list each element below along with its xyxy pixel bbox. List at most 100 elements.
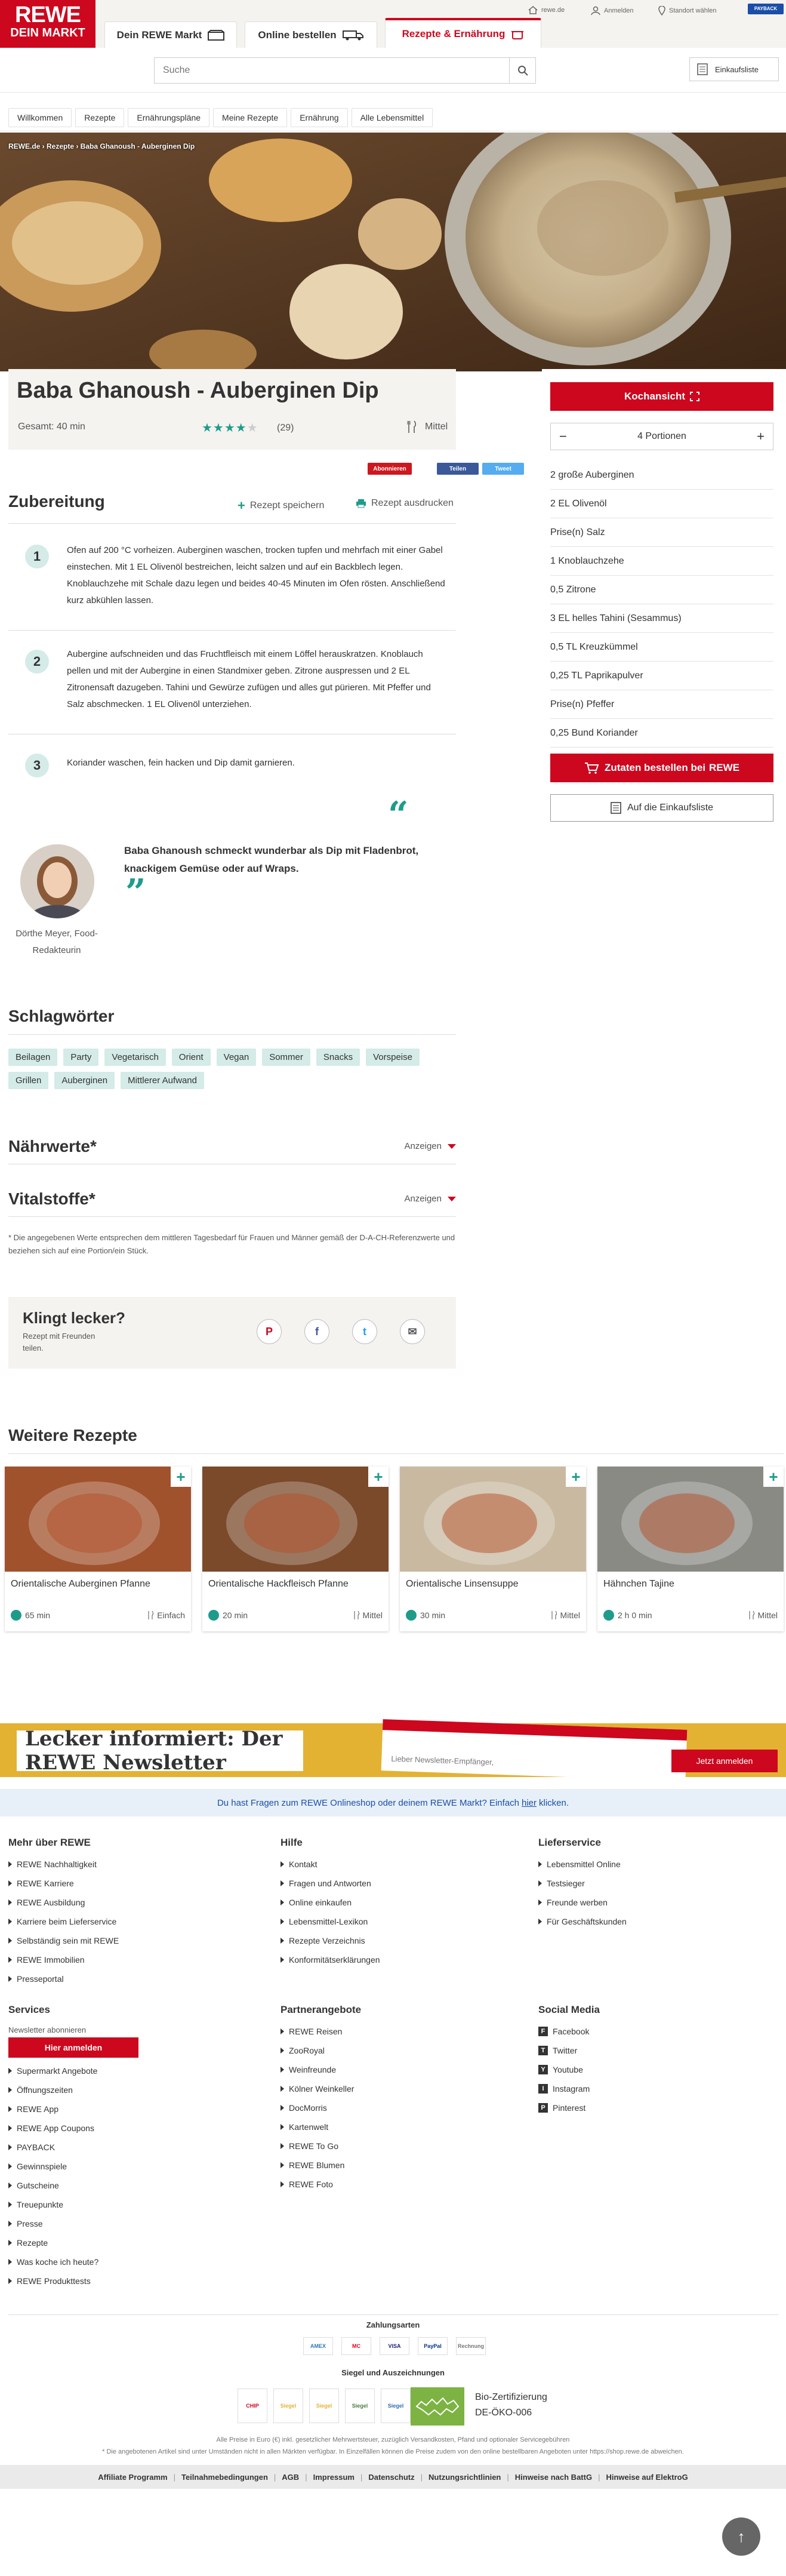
recipe-card[interactable]: + Orientalische Hackfleisch Pfanne 20 min M… (202, 1467, 389, 1631)
nav-alle-lebensmittel[interactable]: Alle Lebensmittel (351, 107, 433, 127)
search-box[interactable] (154, 57, 536, 84)
footer-link[interactable]: PAYBACK (8, 2138, 98, 2157)
footer-link[interactable]: Öffnungszeiten (8, 2080, 98, 2099)
tag-vorspeise[interactable]: Vorspeise (366, 1049, 420, 1066)
tab-online-bestellen[interactable]: Online bestellen (245, 21, 377, 48)
footer-link[interactable]: Kölner Weinkeller (281, 2079, 354, 2098)
footer-link[interactable]: ZooRoyal (281, 2041, 354, 2060)
rewe-logo[interactable]: REWE DEIN MARKT (0, 0, 95, 48)
print-recipe-button[interactable]: Rezept ausdrucken (356, 498, 454, 509)
pinterest-share-button[interactable]: P (257, 1319, 282, 1344)
tag-vegetarisch[interactable]: Vegetarisch (104, 1049, 166, 1066)
search-button[interactable] (509, 58, 535, 83)
footer-link[interactable]: REWE App (8, 2099, 98, 2119)
tag-party[interactable]: Party (63, 1049, 99, 1066)
footer-link[interactable]: REWE Foto (281, 2175, 354, 2194)
recipe-card[interactable]: + Hähnchen Tajine 2 h 0 min Mittel (597, 1467, 784, 1631)
tag-vegan[interactable]: Vegan (216, 1049, 257, 1066)
nutrition-toggle[interactable]: Anzeigen (404, 1141, 456, 1151)
footer-link[interactable]: Lebensmittel Online (538, 1855, 627, 1874)
footer-link[interactable]: REWE App Coupons (8, 2119, 98, 2138)
tag-auberginen[interactable]: Auberginen (54, 1072, 115, 1089)
shopping-list-button[interactable]: Einkaufsliste (689, 57, 779, 81)
bottom-link[interactable]: Datenschutz (368, 2473, 414, 2482)
footer-link[interactable]: Weinfreunde (281, 2060, 354, 2079)
facebook-share-button[interactable]: Teilen (437, 463, 479, 475)
footer-link[interactable]: Rezepte Verzeichnis (281, 1931, 380, 1950)
footer-link[interactable]: I Instagram (538, 2079, 590, 2098)
tag-snacks[interactable]: Snacks (316, 1049, 360, 1066)
youtube-subscribe-button[interactable]: Abonnieren (368, 463, 412, 475)
bottom-link[interactable]: Hinweise auf ElektroG (606, 2473, 688, 2482)
footer-link[interactable]: Gutscheine (8, 2176, 98, 2195)
footer-link[interactable]: Freunde werben (538, 1893, 627, 1912)
footer-link[interactable]: REWE Immobilien (8, 1950, 119, 1969)
footer-link[interactable]: Kartenwelt (281, 2117, 354, 2137)
footer-link[interactable]: Treuepunkte (8, 2195, 98, 2214)
breadcrumb[interactable]: REWE.de › Rezepte › Baba Ghanoush - Aube… (8, 142, 195, 150)
footer-link[interactable]: Gewinnspiele (8, 2157, 98, 2176)
footer-link[interactable]: REWE Ausbildung (8, 1893, 119, 1912)
footer-link[interactable]: Online einkaufen (281, 1893, 380, 1912)
tag-orient[interactable]: Orient (171, 1049, 211, 1066)
order-ingredients-button[interactable]: Zutaten bestellen bei REWE (550, 754, 773, 782)
tag-mittlerer-aufwand[interactable]: Mittlerer Aufwand (121, 1072, 204, 1089)
footer-link[interactable]: Kontakt (281, 1855, 380, 1874)
nav-meine-rezepte[interactable]: Meine Rezepte (213, 107, 288, 127)
add-recipe-button[interactable]: + (763, 1467, 784, 1487)
vitals-accordion[interactable]: Vitalstoffe* Anzeigen (8, 1181, 456, 1217)
help-link[interactable]: hier (522, 1798, 537, 1808)
store-select-link[interactable]: Standort wählen (658, 6, 717, 16)
recipe-card[interactable]: + Orientalische Linsensuppe 30 min Mittel (400, 1467, 586, 1631)
footer-link[interactable]: P Pinterest (538, 2098, 590, 2117)
nav-rezepte[interactable]: Rezepte (75, 107, 125, 127)
tweet-button[interactable]: Tweet (482, 463, 524, 475)
save-recipe-button[interactable]: + Rezept speichern (238, 498, 324, 514)
footer-link[interactable]: Rezepte (8, 2233, 98, 2252)
add-recipe-button[interactable]: + (368, 1467, 389, 1487)
tab-dein-rewe-markt[interactable]: Dein REWE Markt (104, 21, 237, 48)
vitals-toggle[interactable]: Anzeigen (404, 1194, 456, 1204)
rating-stars[interactable]: ★★★★★ (202, 420, 258, 435)
bottom-link[interactable]: Hinweise nach BattG (515, 2473, 592, 2482)
nav-ernaehrung[interactable]: Ernährung (291, 107, 348, 127)
twitter-share-button[interactable]: t (352, 1319, 377, 1344)
facebook-share-button[interactable]: f (304, 1319, 329, 1344)
cook-view-button[interactable]: Kochansicht (550, 382, 773, 411)
tab-rezepte-ernaehrung[interactable]: Rezepte & Ernährung (385, 18, 541, 48)
footer-link[interactable]: REWE Karriere (8, 1874, 119, 1893)
login-link[interactable]: Anmelden (591, 6, 634, 16)
footer-link[interactable]: Für Geschäftskunden (538, 1912, 627, 1931)
add-recipe-button[interactable]: + (171, 1467, 191, 1487)
footer-link[interactable]: T Twitter (538, 2041, 590, 2060)
footer-link[interactable]: Selbständig sein mit REWE (8, 1931, 119, 1950)
footer-link[interactable]: Presseportal (8, 1969, 119, 1988)
bottom-link[interactable]: Teilnahmebedingungen (181, 2473, 268, 2482)
footer-link[interactable]: F Facebook (538, 2022, 590, 2041)
footer-link[interactable]: Karriere beim Lieferservice (8, 1912, 119, 1931)
newsletter-signup-button[interactable]: Jetzt anmelden (671, 1750, 778, 1772)
bottom-link[interactable]: Nutzungsrichtlinien (429, 2473, 501, 2482)
bottom-link[interactable]: Impressum (313, 2473, 355, 2482)
footer-link[interactable]: Lebensmittel-Lexikon (281, 1912, 380, 1931)
footer-link[interactable]: Was koche ich heute? (8, 2252, 98, 2271)
add-to-list-button[interactable]: Auf die Einkaufsliste (550, 794, 773, 822)
portion-minus-button[interactable]: − (559, 429, 567, 444)
nav-ernaehrungsplaene[interactable]: Ernährungspläne (128, 107, 210, 127)
footer-link[interactable]: Testsieger (538, 1874, 627, 1893)
footer-link[interactable]: Y Youtube (538, 2060, 590, 2079)
rewe-de-link[interactable]: rewe.de (528, 6, 565, 14)
bottom-link[interactable]: Affiliate Programm (98, 2473, 167, 2482)
footer-link[interactable]: DocMorris (281, 2098, 354, 2117)
tag-sommer[interactable]: Sommer (262, 1049, 310, 1066)
search-input[interactable] (155, 58, 501, 83)
payback-logo[interactable]: PAYBACK (748, 4, 784, 14)
add-recipe-button[interactable]: + (566, 1467, 586, 1487)
footer-link[interactable]: Presse (8, 2214, 98, 2233)
footer-link[interactable]: REWE To Go (281, 2137, 354, 2156)
footer-link[interactable]: Supermarkt Angebote (8, 2061, 98, 2080)
footer-link[interactable]: REWE Reisen (281, 2022, 354, 2041)
recipe-card[interactable]: + Orientalische Auberginen Pfanne 65 min Ei… (5, 1467, 191, 1631)
mail-share-button[interactable]: ✉ (400, 1319, 425, 1344)
portion-plus-button[interactable]: + (757, 429, 765, 444)
